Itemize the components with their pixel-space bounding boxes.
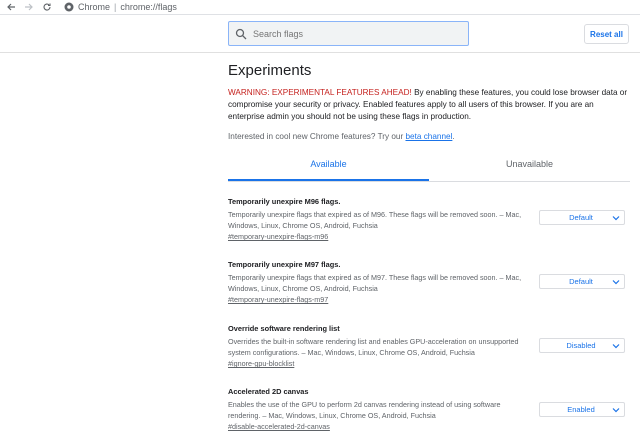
arrow-right-icon — [25, 3, 33, 11]
experiment-name: Override software rendering list — [228, 324, 340, 333]
experiment-select[interactable]: Default — [539, 210, 625, 225]
experiment-row: Override software rendering list Overrid… — [228, 324, 630, 369]
beta-channel-link[interactable]: beta channel — [405, 132, 452, 141]
reload-icon — [43, 3, 51, 11]
interest-body: Interested in cool new Chrome features? … — [228, 132, 406, 141]
address-separator: | — [114, 2, 117, 12]
experiment-name: Temporarily unexpire M96 flags. — [228, 197, 341, 206]
browser-toolbar: Chrome | chrome://flags — [0, 0, 640, 15]
site-chip: Chrome — [78, 2, 111, 12]
experiment-select[interactable]: Disabled — [539, 338, 625, 353]
flags-header: Reset all — [0, 15, 640, 53]
tab-bar: Available Unavailable — [228, 156, 630, 182]
experiment-description: Temporarily unexpire flags that expired … — [228, 210, 522, 230]
search-box[interactable] — [228, 21, 469, 46]
select-value: Disabled — [566, 341, 596, 350]
chrome-site-icon — [64, 2, 74, 12]
select-value: Default — [569, 277, 593, 286]
experiment-name: Temporarily unexpire M97 flags. — [228, 260, 341, 269]
interest-text: Interested in cool new Chrome features? … — [228, 131, 630, 143]
reset-all-button[interactable]: Reset all — [584, 24, 629, 44]
main-content: Experiments WARNING: EXPERIMENTAL FEATUR… — [228, 56, 630, 182]
experiment-row: Temporarily unexpire M96 flags. Temporar… — [228, 197, 630, 242]
chevron-down-icon — [612, 407, 620, 412]
reload-button[interactable] — [40, 0, 54, 14]
tab-unavailable[interactable]: Unavailable — [429, 156, 630, 181]
select-value: Enabled — [567, 405, 595, 414]
interest-suffix: . — [452, 132, 455, 141]
search-input[interactable] — [251, 27, 451, 40]
warning-emphasis: WARNING: EXPERIMENTAL FEATURES AHEAD! — [228, 88, 412, 97]
chevron-down-icon — [612, 279, 620, 284]
tab-available[interactable]: Available — [228, 156, 429, 181]
url-text: chrome://flags — [120, 2, 177, 12]
experiment-link[interactable]: #temporary-unexpire-flags-m97 — [228, 294, 630, 305]
address-bar[interactable]: Chrome | chrome://flags — [64, 0, 177, 14]
experiment-description: Overrides the built-in software renderin… — [228, 337, 519, 357]
experiment-link[interactable]: #disable-accelerated-2d-canvas — [228, 421, 630, 432]
experiment-row: Accelerated 2D canvas Enables the use of… — [228, 387, 630, 432]
experiment-description: Temporarily unexpire flags that expired … — [228, 273, 522, 293]
select-value: Default — [569, 213, 593, 222]
experiment-link[interactable]: #ignore-gpu-blocklist — [228, 358, 630, 369]
chevron-down-icon — [612, 343, 620, 348]
experiment-name: Accelerated 2D canvas — [228, 387, 309, 396]
page-title: Experiments — [228, 62, 312, 79]
search-icon — [235, 28, 247, 39]
experiment-description: Enables the use of the GPU to perform 2d… — [228, 400, 501, 420]
experiment-select[interactable]: Default — [539, 274, 625, 289]
experiment-row: Temporarily unexpire M97 flags. Temporar… — [228, 260, 630, 305]
back-button[interactable] — [4, 0, 18, 14]
chevron-down-icon — [612, 215, 620, 220]
forward-button[interactable] — [22, 0, 36, 14]
experiment-select[interactable]: Enabled — [539, 402, 625, 417]
experiment-link[interactable]: #temporary-unexpire-flags-m96 — [228, 231, 630, 242]
arrow-left-icon — [7, 3, 15, 11]
warning-text: WARNING: EXPERIMENTAL FEATURES AHEAD! By… — [228, 87, 630, 123]
